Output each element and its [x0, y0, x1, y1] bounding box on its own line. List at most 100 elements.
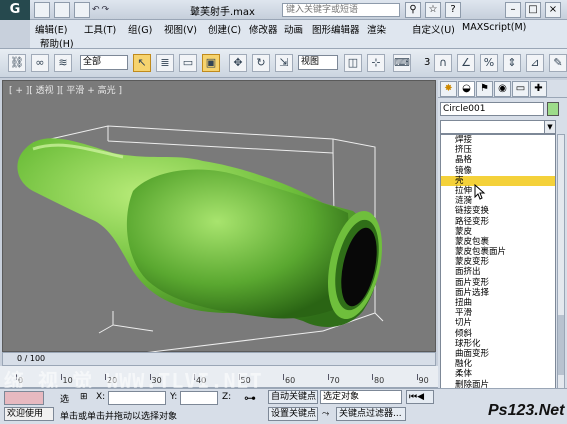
tab-modify[interactable]: ◒ [458, 81, 475, 97]
menu-graph-editors[interactable]: 图形编辑器 [312, 22, 360, 36]
modifier-list-item[interactable]: 蒙皮变形 [441, 257, 555, 267]
maxscript-listener-field[interactable] [4, 391, 44, 405]
modifier-list-dropdown[interactable]: ▼ [440, 120, 556, 134]
selected-object-dropdown[interactable]: 选定对象 [320, 390, 402, 404]
tab-utilities[interactable]: ✚ [530, 81, 547, 97]
modifier-list-scrollbar[interactable] [557, 134, 565, 424]
playback-controls[interactable]: ⏮◀ [406, 390, 434, 404]
tab-create[interactable]: ✸ [440, 81, 457, 97]
modifier-list-item[interactable]: 涟漪 [441, 196, 555, 206]
modifier-list-item[interactable]: 挤压 [441, 145, 555, 155]
open-file-button[interactable] [54, 1, 70, 18]
reference-coordinate-dropdown[interactable]: 视图 [298, 55, 338, 70]
key-filters-button[interactable]: 关键点过滤器... [336, 407, 406, 421]
modifier-list-item[interactable]: 焊接 [441, 135, 555, 145]
modifier-list-item[interactable]: 路径变形 [441, 217, 555, 227]
modifier-list-item[interactable]: 平滑 [441, 308, 555, 318]
track-tick-label: 70 [329, 376, 340, 385]
spinner-snap-icon[interactable]: ⇕ [503, 54, 521, 72]
modifier-list-item[interactable]: 倾斜 [441, 329, 555, 339]
coord-icon[interactable]: ⊞ [80, 392, 88, 402]
modifier-list-item[interactable]: 切片 [441, 318, 555, 328]
modifier-list-item[interactable]: 拉伸 [441, 186, 555, 196]
tab-motion[interactable]: ◉ [494, 81, 511, 97]
modifier-list-item[interactable]: 曲面变形 [441, 349, 555, 359]
window-crossing-icon[interactable]: ▣ [202, 54, 220, 72]
tab-hierarchy[interactable]: ⚑ [476, 81, 493, 97]
keyboard-shortcut-icon[interactable]: ⌨ [393, 54, 411, 72]
percent-snap-icon[interactable]: % [480, 54, 498, 72]
key-mode-icon[interactable]: ⤳ [322, 409, 329, 419]
y-label: Y: [170, 392, 178, 402]
menu-create[interactable]: 创建(C) [208, 22, 241, 36]
rotate-icon[interactable]: ↻ [252, 54, 270, 72]
help-search-input[interactable]: 键入关键字或短语 [282, 3, 400, 17]
modifier-list-item[interactable]: 面片变形 [441, 278, 555, 288]
pivot-icon[interactable]: ◫ [344, 54, 362, 72]
menu-animation[interactable]: 动画 [284, 22, 303, 36]
modifier-list-item[interactable]: 融化 [441, 359, 555, 369]
modifier-list-item[interactable]: 壳 [441, 175, 555, 186]
edit-named-selection-icon[interactable]: ✎ [549, 54, 567, 72]
modifier-list-item[interactable]: 面片选择 [441, 288, 555, 298]
object-name-field[interactable]: Circle001 [440, 102, 544, 116]
modifier-list[interactable]: 焊接 挤压 晶格 镜像壳拉伸 涟漪 链接变换 路径变形 蒙皮 蒙皮包裹 蒙皮包裹面片 蒙皮变形 面挤出… [440, 134, 556, 424]
modifier-list-item[interactable]: 球形化 [441, 339, 555, 349]
key-icon[interactable]: ⊶ [244, 391, 256, 405]
menu-rendering[interactable]: 渲染 [367, 22, 386, 36]
help-icon[interactable]: ? [445, 2, 461, 18]
new-file-button[interactable] [34, 1, 50, 18]
x-coordinate-field[interactable] [108, 391, 166, 405]
close-button[interactable]: × [545, 2, 561, 18]
save-file-button[interactable] [74, 1, 90, 18]
selection-filter-dropdown[interactable]: 全部 [80, 55, 128, 70]
vase-render [17, 125, 384, 353]
undo-icon[interactable]: ↶ [92, 5, 100, 15]
unlink-icon[interactable]: ∞ [31, 54, 49, 72]
menu-bar: 编辑(E) 工具(T) 组(G) 视图(V) 创建(C) 修改器 动画 图形编辑… [30, 20, 567, 50]
modifier-list-item[interactable]: 柔体 [441, 369, 555, 379]
minimize-button[interactable]: – [505, 2, 521, 18]
bind-space-warp-icon[interactable]: ≋ [54, 54, 72, 72]
maximize-button[interactable]: □ [525, 2, 541, 18]
menu-edit[interactable]: 编辑(E) [35, 22, 67, 36]
move-icon[interactable]: ✥ [229, 54, 247, 72]
menu-group[interactable]: 组(G) [128, 22, 152, 36]
command-panel: Circle001 ▼ 焊接 挤压 晶格 镜像壳拉伸 涟漪 链接变换 路径变形 蒙皮 蒙皮包裹蒙… [438, 98, 567, 424]
snap-toggle[interactable]: 3 [424, 57, 430, 68]
modifier-list-item[interactable]: 蒙皮包裹 [441, 237, 555, 247]
link-icon[interactable]: ⛓ [8, 54, 26, 72]
modifier-list-item[interactable]: 蒙皮包裹面片 [441, 247, 555, 257]
select-and-manipulate-icon[interactable]: ⊹ [367, 54, 385, 72]
menu-tools[interactable]: 工具(T) [84, 22, 116, 36]
set-key-button[interactable]: 设置关键点 [268, 407, 318, 421]
modifier-list-item[interactable]: 面挤出 [441, 267, 555, 277]
angle-snap-icon[interactable]: ∠ [457, 54, 475, 72]
select-by-name-icon[interactable]: ≣ [156, 54, 174, 72]
auto-key-button[interactable]: 自动关键点 [268, 390, 318, 404]
modifier-list-item[interactable]: 扭曲 [441, 298, 555, 308]
modifier-list-item[interactable]: 蒙皮 [441, 227, 555, 237]
menu-customize[interactable]: 自定义(U) [412, 22, 455, 36]
modifier-list-item[interactable]: 镜像 [441, 166, 555, 176]
modifier-list-item[interactable]: 晶格 [441, 155, 555, 165]
menu-modifiers[interactable]: 修改器 [249, 22, 278, 36]
snaps-toggle-icon[interactable]: ∩ [434, 54, 452, 72]
redo-icon[interactable]: ↷ [102, 5, 110, 15]
app-logo-icon[interactable]: G [0, 0, 30, 20]
select-object-icon[interactable]: ↖ [133, 54, 151, 72]
menu-maxscript[interactable]: MAXScript(M) [462, 22, 526, 33]
binoculars-icon[interactable]: ⚲ [405, 2, 421, 18]
modifier-list-item[interactable]: 链接变换 [441, 206, 555, 216]
tab-display[interactable]: ▭ [512, 81, 529, 97]
named-selection-icon[interactable]: ⊿ [526, 54, 544, 72]
scroll-thumb[interactable] [558, 315, 564, 375]
perspective-viewport[interactable]: [ + ][ 透视 ][ 平滑 + 高光 ] [2, 80, 436, 353]
time-slider[interactable]: 0 / 100 [2, 352, 436, 366]
y-coordinate-field[interactable] [180, 391, 218, 405]
menu-views[interactable]: 视图(V) [164, 22, 197, 36]
rectangular-selection-icon[interactable]: ▭ [179, 54, 197, 72]
object-color-swatch[interactable] [547, 102, 559, 116]
scale-icon[interactable]: ⇲ [275, 54, 293, 72]
star-icon[interactable]: ☆ [425, 2, 441, 18]
